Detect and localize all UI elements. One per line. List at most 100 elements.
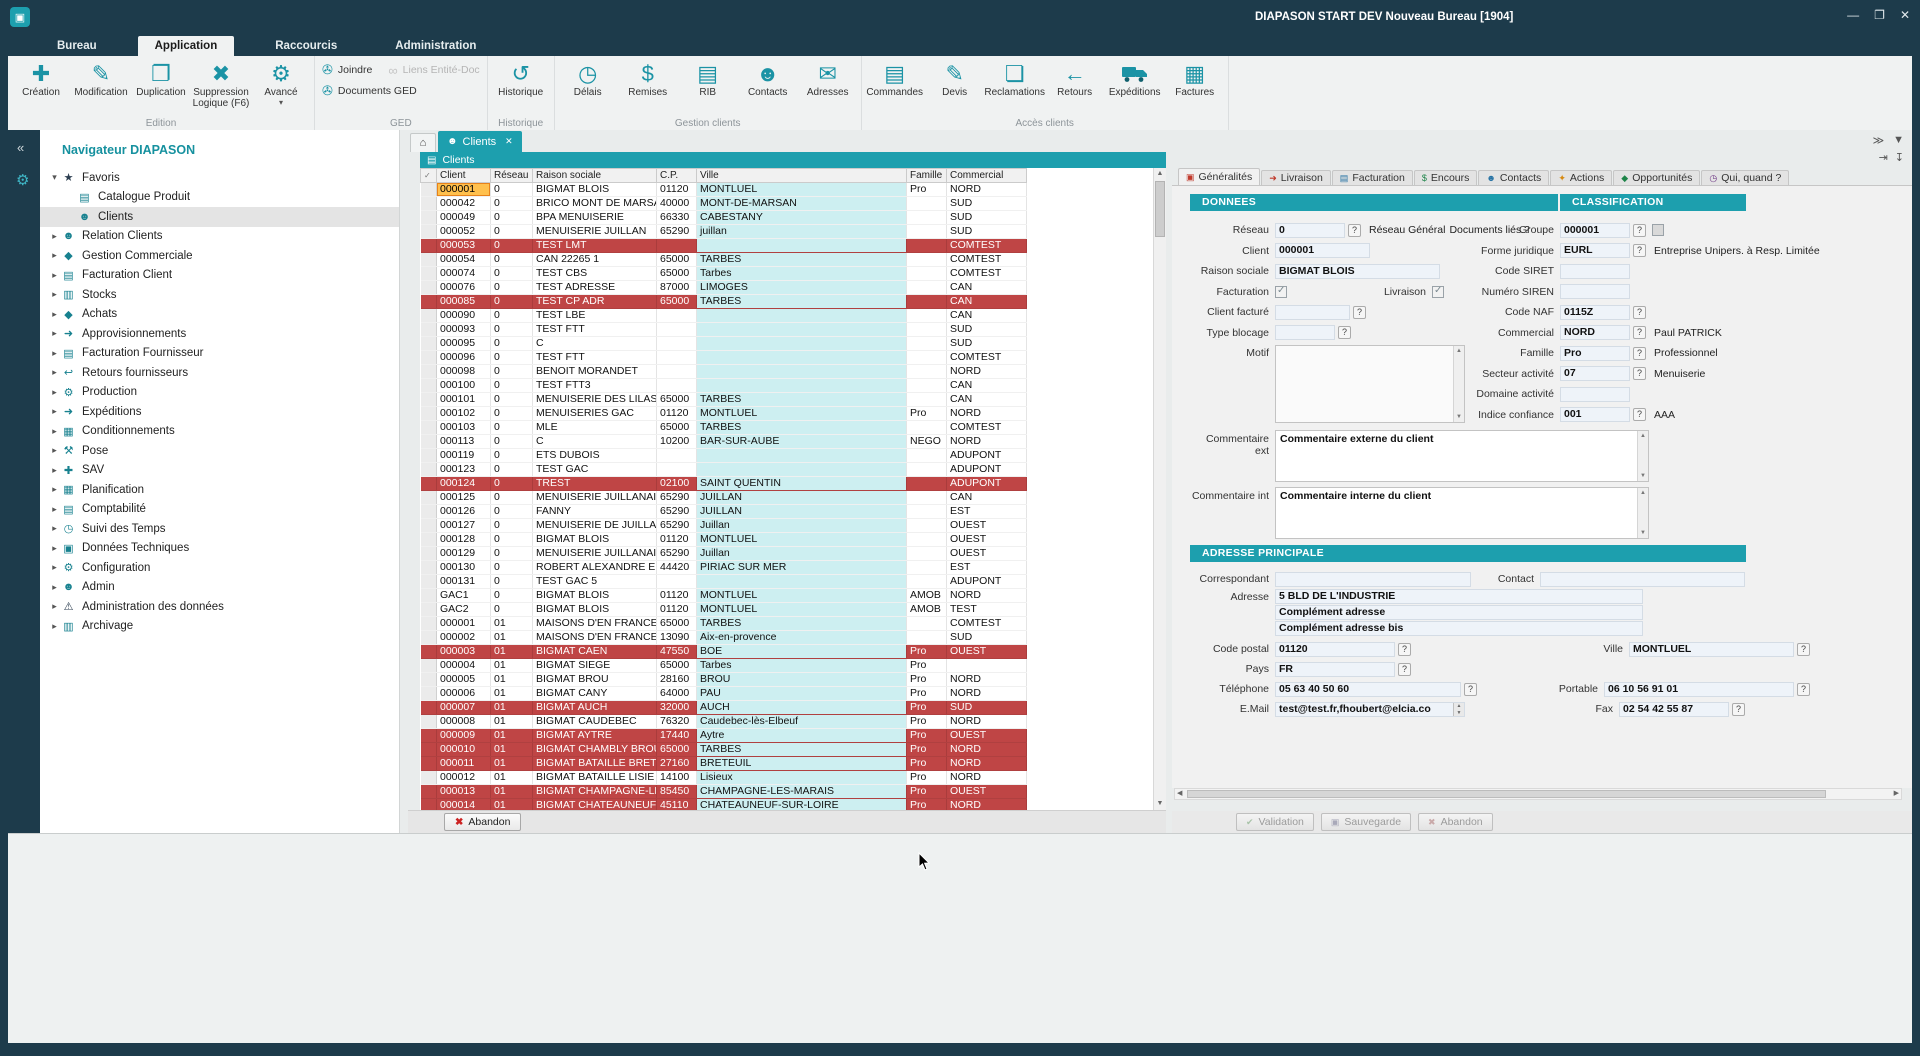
scroll-up-icon[interactable]: ▲ (1154, 168, 1166, 180)
duplication-button[interactable]: ❐Duplication (131, 58, 191, 98)
row-marker[interactable] (421, 547, 437, 561)
cell-ville[interactable]: TARBES (697, 743, 907, 757)
cell-ville[interactable] (697, 323, 907, 337)
cell-cp[interactable]: 01120 (657, 183, 697, 197)
cell-famille[interactable] (907, 449, 947, 463)
cell-famille[interactable]: Pro (907, 729, 947, 743)
cell-reseau[interactable]: 0 (491, 267, 533, 281)
cell-raison-sociale[interactable]: BRICO MONT DE MARSA (533, 197, 657, 211)
cell-raison-sociale[interactable]: BIGMAT CAUDEBEC (533, 715, 657, 729)
cell-raison-sociale[interactable]: TEST GAC (533, 463, 657, 477)
contacts-button[interactable]: ☻Contacts (738, 58, 798, 98)
cell-commercial[interactable]: OUEST (947, 785, 1027, 799)
cell-client[interactable]: 000053 (437, 239, 491, 253)
minimize-button[interactable]: — (1847, 8, 1859, 22)
cell-raison-sociale[interactable]: MLE (533, 421, 657, 435)
table-row[interactable]: 0000900TEST LBECAN (421, 309, 1027, 323)
reclamations-button[interactable]: ❏Reclamations (985, 58, 1045, 98)
table-row[interactable]: 0001020MENUISERIES GAC01120MONTLUELProNO… (421, 407, 1027, 421)
cell-reseau[interactable]: 0 (491, 309, 533, 323)
cell-commercial[interactable]: NORD (947, 757, 1027, 771)
column-header-ville[interactable]: Ville (697, 169, 907, 183)
tree-expand-icon[interactable]: ▸ (48, 562, 61, 573)
cell-famille[interactable]: AMOB (907, 589, 947, 603)
cell-raison-sociale[interactable]: BPA MENUISERIE (533, 211, 657, 225)
cell-client[interactable]: 000010 (437, 743, 491, 757)
table-row[interactable]: 00001001BIGMAT CHAMBLY BROU65000TARBESPr… (421, 743, 1027, 757)
detail-tab-livraison[interactable]: ➜Livraison (1261, 170, 1331, 185)
cell-famille[interactable] (907, 463, 947, 477)
cell-famille[interactable]: NEGO (907, 435, 947, 449)
cell-client[interactable]: 000131 (437, 575, 491, 589)
collapse-sidebar-button[interactable]: « (17, 140, 40, 155)
cell-cp[interactable]: 65290 (657, 225, 697, 239)
table-row[interactable]: 00000101MAISONS D'EN FRANCE65000TARBESCO… (421, 617, 1027, 631)
sidebar-item-catalogue-produit[interactable]: ▤Catalogue Produit (40, 188, 399, 208)
menu-tab-administration[interactable]: Administration (378, 36, 493, 56)
adresse-ligne2-field[interactable]: Complément adresse (1275, 605, 1643, 620)
cell-famille[interactable] (907, 211, 947, 225)
cell-cp[interactable]: 65290 (657, 547, 697, 561)
cell-client[interactable]: 000098 (437, 365, 491, 379)
cell-client[interactable]: 000013 (437, 785, 491, 799)
cell-commercial[interactable]: CAN (947, 309, 1027, 323)
cell-raison-sociale[interactable]: TEST GAC 5 (533, 575, 657, 589)
sidebar-item-planification[interactable]: ▸▦Planification (40, 480, 399, 500)
sidebar-item-configuration[interactable]: ▸⚙Configuration (40, 558, 399, 578)
row-marker[interactable] (421, 267, 437, 281)
cell-ville[interactable]: MONTLUEL (697, 589, 907, 603)
row-marker[interactable] (421, 603, 437, 617)
row-marker[interactable] (421, 519, 437, 533)
cell-client[interactable]: 000101 (437, 393, 491, 407)
cell-client[interactable]: 000012 (437, 771, 491, 785)
tree-expand-icon[interactable]: ▸ (48, 270, 61, 281)
tree-expand-icon[interactable]: ▸ (48, 504, 61, 515)
cell-ville[interactable]: Lisieux (697, 771, 907, 785)
tree-expand-icon[interactable]: ▸ (48, 601, 61, 612)
column-header-reseau[interactable]: Réseau (491, 169, 533, 183)
tree-expand-icon[interactable]: ▸ (48, 406, 61, 417)
sidebar-item-achats[interactable]: ▸◆Achats (40, 305, 399, 325)
sidebar-item-facturation-client[interactable]: ▸▤Facturation Client (40, 266, 399, 286)
chevrons-right-icon[interactable]: ≫ (1873, 134, 1885, 147)
ville-field[interactable]: MONTLUEL (1629, 642, 1794, 657)
cell-commercial[interactable]: CAN (947, 295, 1027, 309)
tree-expand-icon[interactable]: ▸ (48, 426, 61, 437)
cell-cp[interactable]: 28160 (657, 673, 697, 687)
cell-commercial[interactable]: COMTEST (947, 239, 1027, 253)
table-row[interactable]: 00000801BIGMAT CAUDEBEC76320Caudebec-lès… (421, 715, 1027, 729)
tree-expand-icon[interactable]: ▸ (48, 231, 61, 242)
cell-commercial[interactable]: ADUPONT (947, 463, 1027, 477)
cell-reseau[interactable]: 01 (491, 659, 533, 673)
sidebar-item-exp-ditions[interactable]: ▸➜Expéditions (40, 402, 399, 422)
indice-confiance-field[interactable]: 001 (1560, 407, 1630, 422)
cell-raison-sociale[interactable]: TEST CP ADR (533, 295, 657, 309)
cell-raison-sociale[interactable]: BIGMAT BLOIS (533, 589, 657, 603)
cell-ville[interactable]: TARBES (697, 295, 907, 309)
cell-famille[interactable]: Pro (907, 743, 947, 757)
row-marker[interactable] (421, 505, 437, 519)
cell-commercial[interactable]: EST (947, 505, 1027, 519)
tree-expand-icon[interactable]: ▸ (48, 582, 61, 593)
row-marker[interactable] (421, 351, 437, 365)
cell-commercial[interactable]: SUD (947, 197, 1027, 211)
row-marker[interactable] (421, 743, 437, 757)
cell-ville[interactable]: MONTLUEL (697, 603, 907, 617)
factures-button[interactable]: ▦Factures (1165, 58, 1225, 98)
cell-famille[interactable]: Pro (907, 771, 947, 785)
cell-raison-sociale[interactable]: BENOIT MORANDET (533, 365, 657, 379)
detail-tab-actions[interactable]: ✦Actions (1550, 170, 1612, 185)
row-marker[interactable] (421, 365, 437, 379)
sidebar-item-production[interactable]: ▸⚙Production (40, 383, 399, 403)
column-header-client[interactable]: Client (437, 169, 491, 183)
table-row[interactable]: 00000701BIGMAT AUCH32000AUCHProSUD (421, 701, 1027, 715)
cell-commercial[interactable]: SUD (947, 337, 1027, 351)
cell-raison-sociale[interactable]: FANNY (533, 505, 657, 519)
table-row[interactable]: 0000520MENUISERIE JUILLAN65290juillanSUD (421, 225, 1027, 239)
cell-famille[interactable]: Pro (907, 645, 947, 659)
cell-cp[interactable]: 65290 (657, 491, 697, 505)
cell-reseau[interactable]: 0 (491, 211, 533, 225)
cell-famille[interactable] (907, 575, 947, 589)
documents-ged-button[interactable]: ✇Documents GED (322, 83, 417, 99)
table-row[interactable]: 0000850TEST CP ADR65000TARBESCAN (421, 295, 1027, 309)
